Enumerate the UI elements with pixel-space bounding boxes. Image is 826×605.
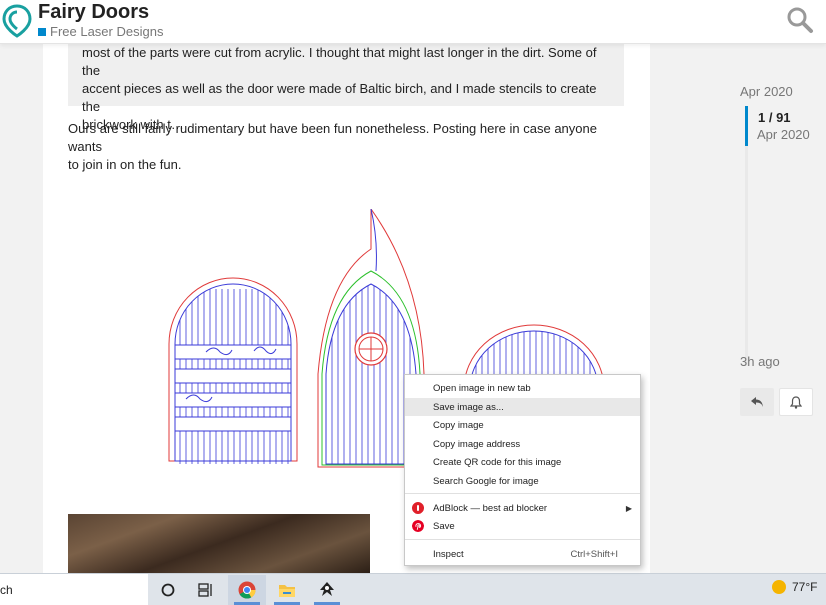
quoted-text: most of the parts were cut from acrylic.…	[68, 44, 624, 132]
topic-header: Fairy Doors Free Laser Designs	[0, 0, 826, 44]
windows-taskbar: ch 77°F	[0, 573, 826, 605]
menu-separator	[405, 493, 640, 494]
topic-title[interactable]: Fairy Doors	[38, 1, 149, 24]
inkscape-icon	[320, 582, 334, 596]
menu-separator	[405, 539, 640, 540]
weather-temperature: 77°F	[792, 580, 818, 594]
pinterest-icon	[412, 520, 424, 532]
menu-item-pinterest-save[interactable]: Save	[405, 517, 640, 535]
search-icon[interactable]	[786, 6, 814, 34]
category-label: Free Laser Designs	[50, 24, 164, 39]
menu-item-shortcut: Ctrl+Shift+I	[570, 548, 618, 560]
cortana-button[interactable]	[149, 575, 187, 605]
body-line: to join in on the fun.	[68, 157, 182, 172]
quote-line: accent pieces as well as the door were m…	[82, 81, 597, 114]
bell-icon	[790, 395, 802, 409]
menu-item-label: Create QR code for this image	[433, 456, 562, 468]
menu-item-adblock[interactable]: AdBlock — best ad blocker ▶	[405, 499, 640, 517]
browser-context-menu: Open image in new tab Save image as... C…	[404, 374, 641, 566]
chrome-taskbar-button[interactable]	[228, 575, 266, 605]
cortana-icon	[161, 583, 175, 597]
category-color-swatch	[38, 27, 46, 36]
timeline-scroll-handle[interactable]	[745, 106, 748, 146]
menu-item-save-image-as[interactable]: Save image as...	[405, 398, 640, 416]
taskbar-search-box[interactable]: ch	[0, 574, 148, 605]
sun-icon	[772, 580, 786, 594]
file-explorer-taskbar-button[interactable]	[268, 575, 306, 605]
adblock-icon	[412, 502, 424, 514]
menu-item-label: AdBlock — best ad blocker	[433, 502, 548, 514]
inkscape-taskbar-button[interactable]	[308, 575, 346, 605]
timeline-end-label[interactable]: 3h ago	[740, 354, 780, 369]
submenu-arrow-icon: ▶	[625, 503, 632, 513]
menu-item-label: Inspect	[433, 548, 464, 560]
notifications-button[interactable]	[779, 388, 813, 416]
menu-item-label: Open image in new tab	[433, 382, 531, 394]
timeline-position: 1 / 91	[758, 110, 791, 125]
menu-item-create-qr-code[interactable]: Create QR code for this image	[405, 453, 640, 471]
reply-icon	[751, 397, 763, 407]
taskbar-search-text: ch	[0, 583, 13, 597]
menu-item-label: Copy image address	[433, 438, 521, 450]
menu-item-label: Save image as...	[433, 401, 504, 413]
chrome-icon	[238, 581, 256, 599]
quote-line: most of the parts were cut from acrylic.…	[82, 45, 597, 78]
category-badge[interactable]: Free Laser Designs	[38, 24, 163, 39]
task-view-button[interactable]	[187, 575, 225, 605]
menu-item-search-google-image[interactable]: Search Google for image	[405, 472, 640, 490]
menu-item-label: Save	[433, 520, 455, 532]
post-body: Ours are still fairly rudimentary but ha…	[68, 120, 624, 174]
menu-item-inspect[interactable]: Inspect Ctrl+Shift+I	[405, 545, 640, 563]
menu-item-label: Copy image	[433, 419, 484, 431]
menu-item-copy-image[interactable]: Copy image	[405, 416, 640, 434]
body-line: Ours are still fairly rudimentary but ha…	[68, 121, 597, 154]
weather-widget[interactable]: 77°F	[772, 580, 817, 594]
topic-timeline: Apr 2020 1 / 91 Apr 2020 3h ago	[738, 80, 826, 460]
file-explorer-icon	[279, 584, 295, 597]
reply-button[interactable]	[740, 388, 774, 416]
timeline-position-date: Apr 2020	[757, 127, 810, 142]
fairy-door-photo[interactable]	[68, 514, 370, 573]
timeline-start-date[interactable]: Apr 2020	[740, 84, 793, 99]
menu-item-open-image-new-tab[interactable]: Open image in new tab	[405, 379, 640, 397]
menu-item-label: Search Google for image	[433, 475, 539, 487]
task-view-icon	[198, 583, 212, 597]
menu-item-copy-image-address[interactable]: Copy image address	[405, 435, 640, 453]
map-pin-logo-icon[interactable]	[2, 4, 32, 38]
